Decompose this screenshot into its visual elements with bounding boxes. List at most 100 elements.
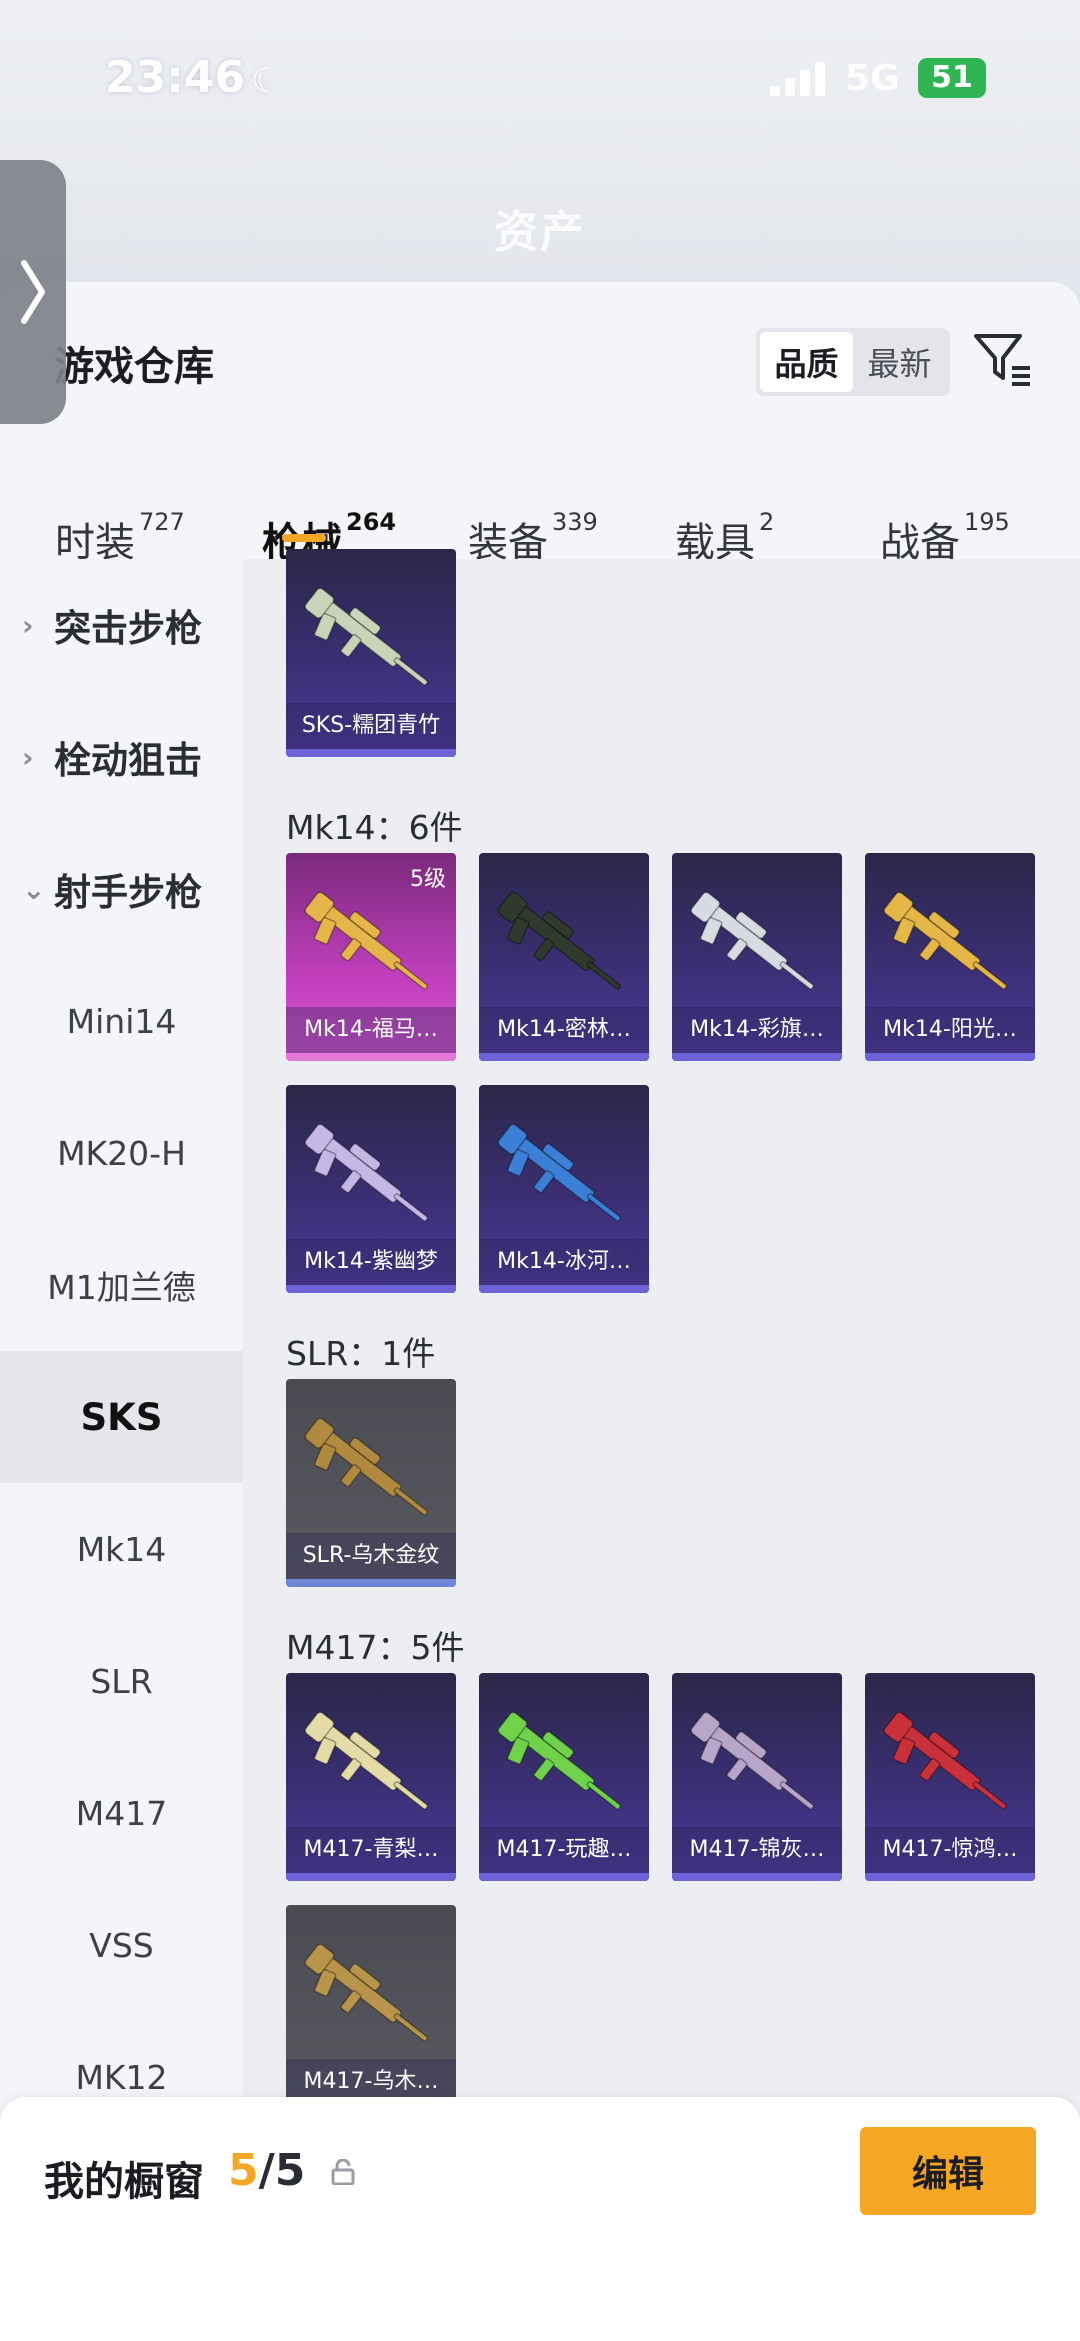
warehouse-panel: 游戏仓库 品质 最新 时装 727 枪械 264 装备 339 载具 2 战备 195 ›… xyxy=(0,282,1080,2341)
chevron-down-icon: ⌄ xyxy=(22,872,46,906)
rifle-icon xyxy=(497,891,622,990)
rarity-bar xyxy=(672,1873,842,1881)
weapon-card[interactable]: Mk14-紫幽梦 xyxy=(286,1085,456,1293)
rifle-icon xyxy=(883,891,1008,990)
category-assault-rifle[interactable]: › 突击步枪 xyxy=(0,559,243,691)
filter-icon[interactable] xyxy=(972,328,1034,390)
weapon-name: M417-青梨… xyxy=(286,1827,456,1873)
rarity-bar xyxy=(286,1579,456,1587)
section-label: Mk14：6件 xyxy=(286,808,463,847)
category-label: 栓动狙击 xyxy=(54,739,202,782)
panel-title: 游戏仓库 xyxy=(54,344,214,390)
rifle-icon xyxy=(304,1417,429,1516)
rarity-bar xyxy=(865,1873,1035,1881)
tab-count: 264 xyxy=(346,508,397,536)
subcategory-sks[interactable]: SKS xyxy=(0,1351,243,1483)
weapon-card[interactable]: M417-惊鸿… xyxy=(865,1673,1035,1881)
network-type: 5G xyxy=(845,58,900,99)
top-header: 23:46 ☾ 5G 51 资产 xyxy=(0,0,1080,300)
page-title: 资产 xyxy=(494,207,586,258)
category-marksman-rifle[interactable]: ⌄ 射手步枪 xyxy=(0,823,243,955)
weapon-card[interactable]: Mk14-冰河… xyxy=(479,1085,649,1293)
weapon-card[interactable]: SLR-乌木金纹 xyxy=(286,1379,456,1587)
chevron-right-icon: › xyxy=(22,608,34,642)
weapon-card[interactable]: M417-青梨… xyxy=(286,1673,456,1881)
subcategory-m417[interactable]: M417 xyxy=(0,1747,243,1879)
showcase-current: 5 xyxy=(228,2145,259,2196)
active-tab-indicator xyxy=(282,534,326,542)
showcase-count: 5/5 xyxy=(228,2145,305,2196)
showcase-bar: 我的橱窗 5/5 编辑 xyxy=(0,2097,1080,2341)
rarity-bar xyxy=(865,1053,1035,1061)
rarity-bar xyxy=(286,1873,456,1881)
rifle-icon xyxy=(304,891,429,990)
sort-by-newest[interactable]: 最新 xyxy=(853,332,946,392)
category-label: 射手步枪 xyxy=(54,871,202,914)
subcategory-slr[interactable]: SLR xyxy=(0,1615,243,1747)
side-expand-handle[interactable] xyxy=(0,160,66,424)
weapon-card[interactable]: Mk14-密林… xyxy=(479,853,649,1061)
weapon-name: Mk14-彩旗… xyxy=(672,1007,842,1053)
weapon-category-nav: › 突击步枪 › 栓动狙击 ⌄ 射手步枪 Mini14 MK20-H M1加兰德 SK… xyxy=(0,559,243,2341)
weapon-card[interactable]: M417-锦灰… xyxy=(672,1673,842,1881)
section-label: M417：5件 xyxy=(286,1628,465,1667)
weapon-name: M417-惊鸿… xyxy=(865,1827,1035,1873)
rarity-bar xyxy=(672,1053,842,1061)
tab-count: 2 xyxy=(759,508,775,536)
weapon-card[interactable]: Mk14-阳光… xyxy=(865,853,1035,1061)
weapon-name: Mk14-冰河… xyxy=(479,1239,649,1285)
tab-count: 727 xyxy=(139,508,185,536)
rarity-bar xyxy=(479,1053,649,1061)
chevron-right-icon: › xyxy=(22,740,34,774)
subcategory-mk20h[interactable]: MK20-H xyxy=(0,1087,243,1219)
edit-button[interactable]: 编辑 xyxy=(860,2127,1036,2215)
category-tabs: 时装 727 枪械 264 装备 339 载具 2 战备 195 xyxy=(0,462,1080,566)
rarity-bar xyxy=(479,1873,649,1881)
rifle-icon xyxy=(690,1711,815,1810)
weapon-name: SKS-糯团青竹 xyxy=(286,703,456,749)
chevron-right-icon xyxy=(21,260,45,324)
category-label: 突击步枪 xyxy=(54,607,202,650)
showcase-total: /5 xyxy=(258,2145,306,2196)
weapon-name: Mk14-紫幽梦 xyxy=(286,1239,456,1285)
rifle-icon xyxy=(883,1711,1008,1810)
battery-icon: 51 xyxy=(918,58,986,98)
weapon-name: Mk14-福马… xyxy=(286,1007,456,1053)
rifle-icon xyxy=(497,1711,622,1810)
weapon-card[interactable]: M417-乌木… xyxy=(286,1905,456,2113)
tab-count: 195 xyxy=(964,508,1010,536)
rifle-icon xyxy=(304,587,429,686)
rarity-bar xyxy=(286,749,456,757)
level-badge: 5级 xyxy=(410,867,446,892)
weapon-name: M417-玩趣… xyxy=(479,1827,649,1873)
sort-by-quality[interactable]: 品质 xyxy=(760,332,853,392)
weapon-grid: SKS-糯团青竹 Mk14：6件 5级 Mk14-福马… Mk14-密林… Mk14-彩旗… xyxy=(243,549,1080,2341)
rifle-icon xyxy=(304,1943,429,2042)
subcategory-mini14[interactable]: Mini14 xyxy=(0,955,243,1087)
status-time-text: 23:46 xyxy=(105,52,246,103)
weapon-name: M417-锦灰… xyxy=(672,1827,842,1873)
rifle-icon xyxy=(497,1123,622,1222)
tab-count: 339 xyxy=(552,508,598,536)
moon-icon: ☾ xyxy=(251,61,282,101)
showcase-title: 我的橱窗 xyxy=(44,2159,204,2205)
subcategory-mk14[interactable]: Mk14 xyxy=(0,1483,243,1615)
rifle-icon xyxy=(304,1711,429,1810)
subcategory-m1-garand[interactable]: M1加兰德 xyxy=(0,1219,243,1351)
rifle-icon xyxy=(304,1123,429,1222)
weapon-card[interactable]: 5级 Mk14-福马… xyxy=(286,853,456,1061)
rarity-bar xyxy=(286,1053,456,1061)
sort-toggle: 品质 最新 xyxy=(756,328,950,396)
lock-icon[interactable] xyxy=(330,2159,356,2185)
weapon-card[interactable]: Mk14-彩旗… xyxy=(672,853,842,1061)
rifle-icon xyxy=(690,891,815,990)
section-label: SLR：1件 xyxy=(286,1334,436,1373)
weapon-card[interactable]: SKS-糯团青竹 xyxy=(286,549,456,757)
rarity-bar xyxy=(286,1285,456,1293)
subcategory-vss[interactable]: VSS xyxy=(0,1879,243,2011)
signal-icon xyxy=(770,60,830,96)
category-bolt-sniper[interactable]: › 栓动狙击 xyxy=(0,691,243,823)
weapon-name: Mk14-阳光… xyxy=(865,1007,1035,1053)
weapon-card[interactable]: M417-玩趣… xyxy=(479,1673,649,1881)
rarity-bar xyxy=(479,1285,649,1293)
